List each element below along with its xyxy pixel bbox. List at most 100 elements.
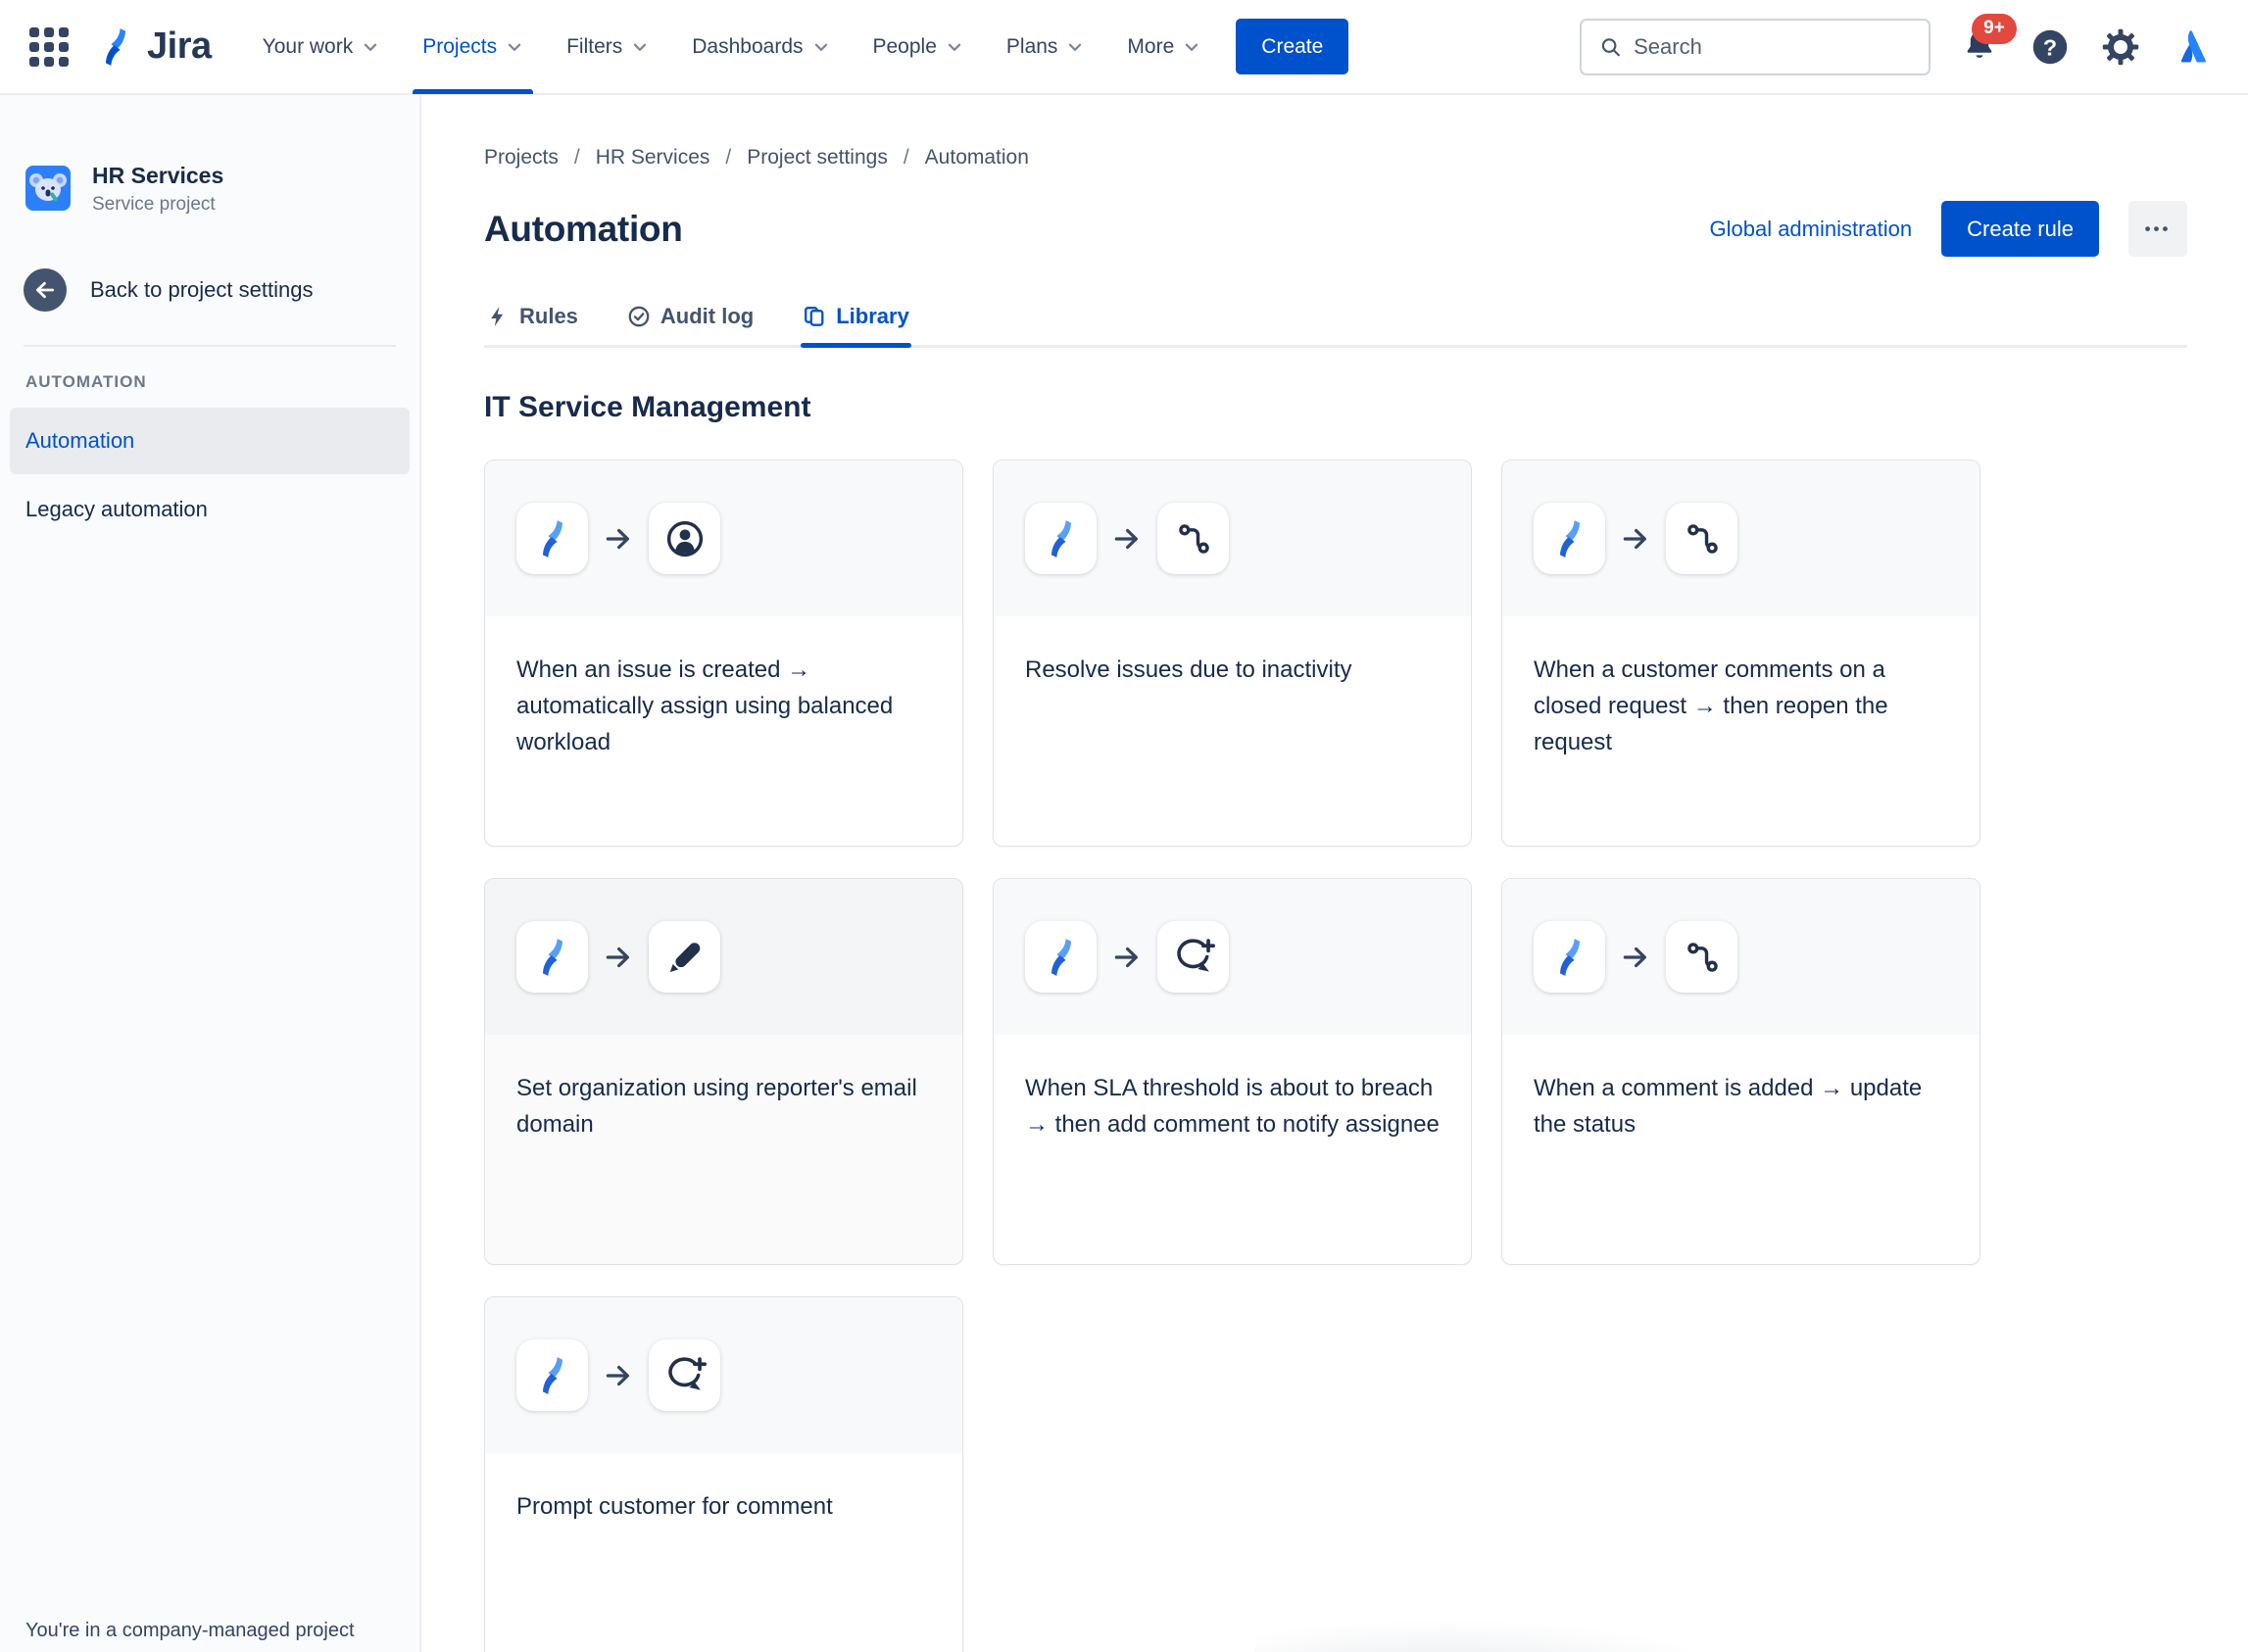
template-card-prompt-customer[interactable]: Prompt customer for comment [484,1296,963,1652]
tab-rules[interactable]: Rules [484,304,580,345]
search-icon [1599,34,1622,60]
top-navigation-bar: Jira Your work Projects Filters Dashboar… [0,0,2248,95]
arrow-left-icon [32,277,58,303]
add-comment-icon [649,1339,720,1411]
nav-item-projects[interactable]: Projects [401,0,545,94]
template-card-set-organization[interactable]: Set organization using reporter's email … [484,878,963,1265]
search-input[interactable] [1634,33,1911,60]
breadcrumb-automation[interactable]: Automation [925,146,1029,170]
workflow-transition-icon [1157,503,1229,574]
breadcrumb-project-settings[interactable]: Project settings [747,146,888,170]
nav-item-filters[interactable]: Filters [545,0,670,94]
card-icon-area [994,461,1471,616]
project-type: Service project [92,193,216,215]
automation-bolt-icon [1025,503,1097,574]
app-switcher-icon[interactable] [29,26,69,67]
gear-icon [2101,27,2140,67]
card-icon-area [485,879,962,1035]
koala-avatar-icon [25,166,71,211]
jira-mark-icon [94,25,137,69]
more-actions-button[interactable]: ••• [2128,201,2187,257]
automation-tabs: Rules Audit log Library [484,304,2187,348]
card-icon-area [485,1297,962,1453]
card-icon-area [994,879,1471,1035]
nav-item-dashboards[interactable]: Dashboards [670,0,851,94]
breadcrumb-projects[interactable]: Projects [484,146,559,170]
primary-nav: Your work Projects Filters Dashboards Pe… [241,0,1223,94]
arrow-right-icon [604,1361,633,1390]
help-button[interactable] [2028,25,2072,69]
check-circle-icon [627,305,651,328]
template-card-sla-breach-comment[interactable]: When SLA threshold is about to breach → … [993,878,1472,1265]
card-icon-area [1502,879,1979,1035]
arrow-right-icon [604,524,633,554]
sidebar-item-legacy-automation[interactable]: Legacy automation [10,476,410,543]
chevron-down-icon [1183,38,1200,56]
arrow-right-icon [1112,943,1142,972]
sidebar-section-title: AUTOMATION [25,371,147,391]
lightning-icon [486,305,510,328]
chevron-down-icon [362,38,379,56]
template-card-comment-update-status[interactable]: When a comment is added → update the sta… [1501,878,1980,1265]
project-header: HR Services Service project [0,95,419,216]
card-icon-area [485,461,962,616]
library-section-title: IT Service Management [484,391,811,423]
notifications-button[interactable]: 9+ [1958,13,2017,69]
jira-wordmark: Jira [147,25,212,67]
card-title: When an issue is created → automatically… [516,656,894,755]
chevron-down-icon [506,38,523,56]
automation-bolt-icon [516,1339,588,1411]
settings-button[interactable] [2099,25,2142,69]
project-avatar [25,166,71,211]
tab-library[interactable]: Library [801,304,911,348]
workflow-transition-icon [1666,503,1737,574]
page-actions: Global administration Create rule ••• [1709,201,2187,257]
tab-audit-log[interactable]: Audit log [625,304,756,345]
card-title: When a customer comments on a closed req… [1534,656,1888,755]
automation-bolt-icon [516,503,588,574]
breadcrumb-hr-services[interactable]: HR Services [596,146,710,170]
breadcrumb: Projects / HR Services / Project setting… [484,146,1029,170]
card-title: Prompt customer for comment [516,1493,833,1520]
card-title: Set organization using reporter's email … [516,1075,917,1138]
topbar-right-controls: 9+ [1580,13,2213,75]
chevron-down-icon [946,38,963,56]
page-title: Automation [484,208,683,249]
create-rule-button[interactable]: Create rule [1941,201,2099,257]
template-card-reopen-request[interactable]: When a customer comments on a closed req… [1501,460,1980,847]
help-icon [2030,27,2070,67]
jira-automation-page: Jira Your work Projects Filters Dashboar… [0,0,2248,1652]
card-title: When a comment is added → update the sta… [1534,1075,1923,1138]
create-button[interactable]: Create [1236,19,1349,74]
copy-pages-icon [803,305,826,328]
automation-bolt-icon [1025,921,1097,993]
notification-count-badge: 9+ [1972,13,2017,44]
back-to-project-settings[interactable]: Back to project settings [0,216,419,312]
arrow-right-icon [1621,524,1650,554]
arrow-right-icon [604,943,633,972]
automation-bolt-icon [1534,503,1605,574]
project-settings-sidebar: HR Services Service project Back to proj… [0,95,421,1652]
arrow-right-icon [1112,524,1142,554]
atlassian-logo-icon [2172,27,2211,67]
jira-logo[interactable]: Jira [94,25,212,69]
project-type-footer: You're in a company-managed project [25,1620,355,1641]
card-icon-area [1502,461,1979,616]
sidebar-items: Automation Legacy automation [0,392,419,543]
nav-item-more[interactable]: More [1105,0,1222,94]
global-administration-link[interactable]: Global administration [1709,217,1912,242]
sidebar-item-automation[interactable]: Automation [10,407,410,474]
automation-bolt-icon [1534,921,1605,993]
nav-item-plans[interactable]: Plans [985,0,1106,94]
nav-item-people[interactable]: People [852,0,985,94]
automation-bolt-icon [516,921,588,993]
nav-item-your-work[interactable]: Your work [241,0,402,94]
arrow-right-icon [1621,943,1650,972]
workflow-transition-icon [1666,921,1737,993]
template-card-resolve-inactivity[interactable]: Resolve issues due to inactivity [993,460,1472,847]
chevron-down-icon [1066,38,1084,56]
atlassian-home-button[interactable] [2170,25,2213,69]
template-card-assign-balanced-workload[interactable]: When an issue is created → automatically… [484,460,963,847]
search-field[interactable] [1580,18,1930,75]
project-name: HR Services [92,163,224,188]
